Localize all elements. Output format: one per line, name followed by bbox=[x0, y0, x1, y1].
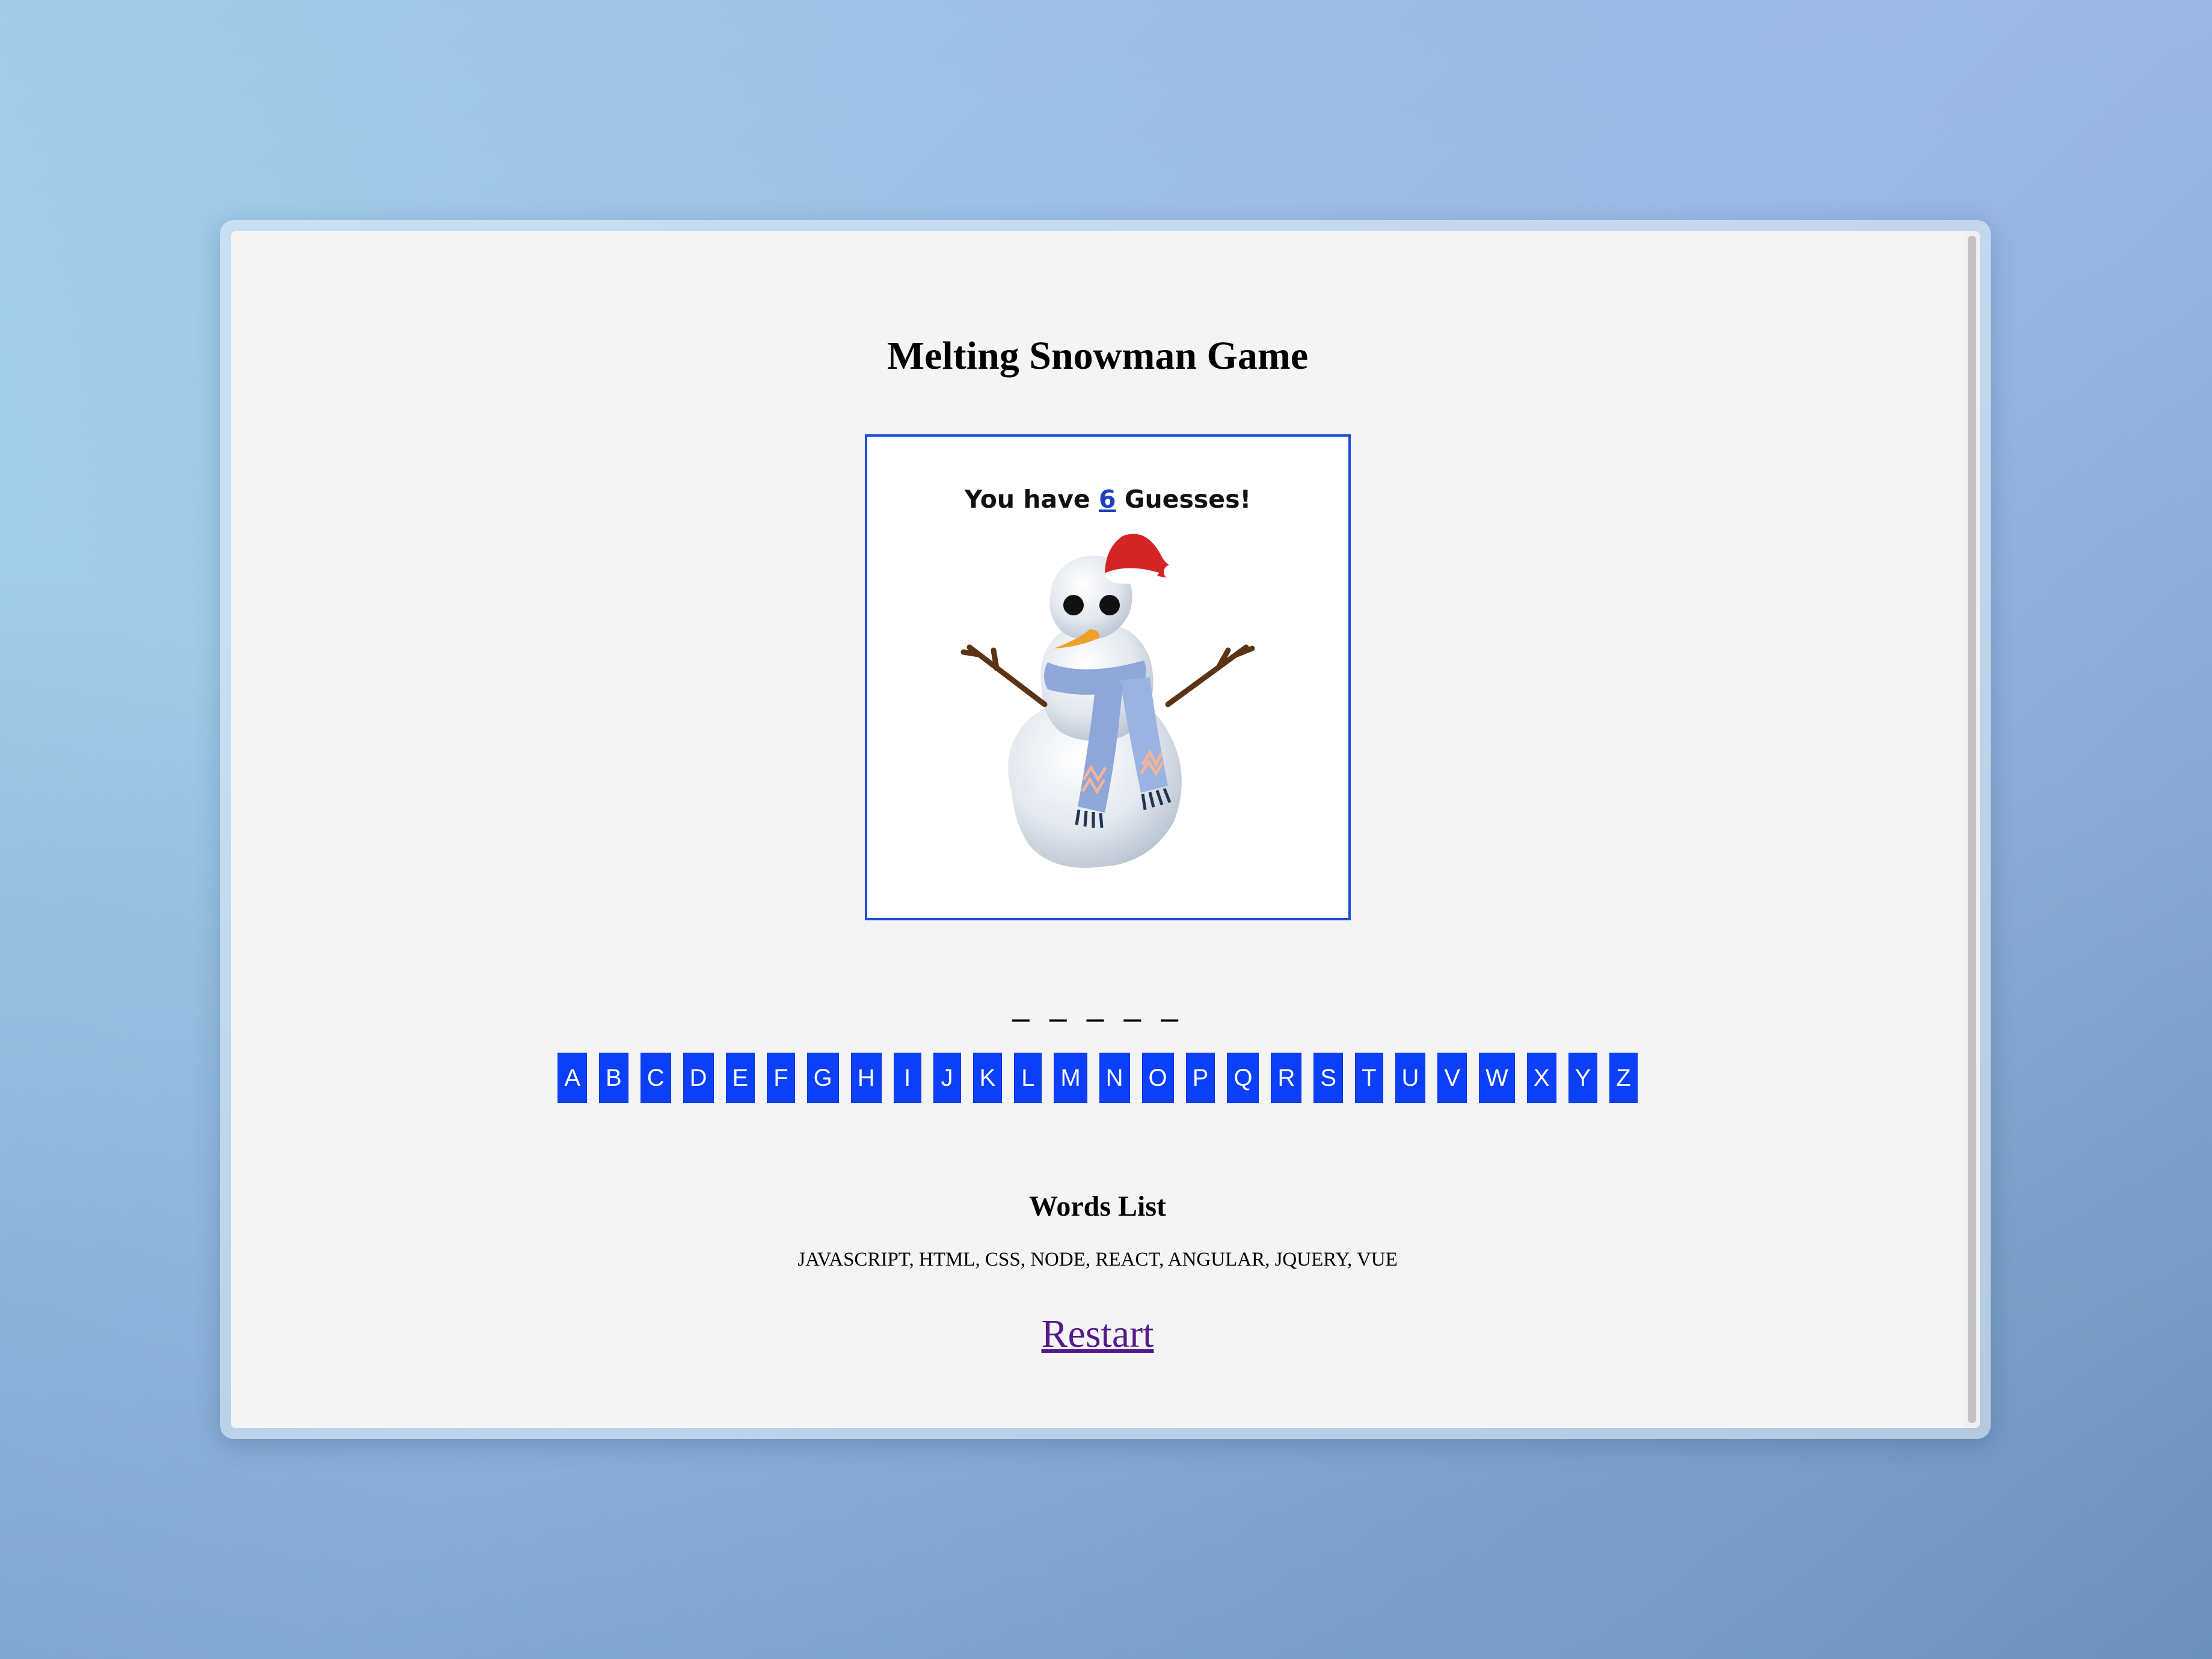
letter-button-g[interactable]: G bbox=[806, 1053, 839, 1103]
snowman-panel: You have 6 Guesses! bbox=[865, 434, 1351, 920]
letter-button-m[interactable]: M bbox=[1054, 1053, 1087, 1103]
letter-button-b[interactable]: B bbox=[599, 1053, 628, 1103]
letter-button-d[interactable]: D bbox=[683, 1053, 714, 1103]
scrollbar-track[interactable] bbox=[1964, 231, 1980, 1428]
letter-button-o[interactable]: O bbox=[1141, 1053, 1174, 1103]
letter-button-c[interactable]: C bbox=[640, 1053, 671, 1103]
letter-button-i[interactable]: I bbox=[893, 1053, 921, 1103]
letter-button-v[interactable]: V bbox=[1437, 1053, 1467, 1103]
letter-button-k[interactable]: K bbox=[972, 1053, 1003, 1103]
snowman-left-eye bbox=[1063, 595, 1084, 615]
page-title: Melting Snowman Game bbox=[886, 334, 1309, 378]
restart-container: Restart bbox=[231, 1311, 1964, 1357]
letter-button-t[interactable]: T bbox=[1355, 1053, 1383, 1103]
santa-hat-pompom bbox=[1164, 565, 1178, 579]
letter-button-p[interactable]: P bbox=[1185, 1053, 1215, 1103]
letter-button-e[interactable]: E bbox=[725, 1053, 755, 1103]
letter-button-n[interactable]: N bbox=[1099, 1053, 1130, 1103]
letter-button-z[interactable]: Z bbox=[1609, 1053, 1638, 1103]
letter-button-h[interactable]: H bbox=[850, 1053, 882, 1103]
letter-button-a[interactable]: A bbox=[558, 1053, 588, 1103]
letter-button-f[interactable]: F bbox=[767, 1053, 795, 1103]
letter-buttons: ABCDEFGHIJKLMNOPQRSTUVWXYZ bbox=[231, 1053, 1964, 1103]
letter-button-q[interactable]: Q bbox=[1227, 1053, 1259, 1103]
restart-link[interactable]: Restart bbox=[1042, 1312, 1154, 1356]
snowman-image bbox=[960, 534, 1255, 868]
page-viewport[interactable]: Melting Snowman Game You have 6 Guesses! bbox=[231, 231, 1980, 1428]
letter-button-x[interactable]: X bbox=[1526, 1053, 1556, 1103]
words-list: JAVASCRIPT, HTML, CSS, NODE, REACT, ANGU… bbox=[797, 1249, 1398, 1270]
letter-button-j[interactable]: J bbox=[933, 1053, 961, 1103]
letter-button-u[interactable]: U bbox=[1395, 1053, 1426, 1103]
hidden-word: _ _ _ _ _ bbox=[1012, 983, 1183, 1022]
letter-button-w[interactable]: W bbox=[1479, 1053, 1515, 1103]
letter-button-r[interactable]: R bbox=[1271, 1053, 1302, 1103]
letter-button-s[interactable]: S bbox=[1313, 1053, 1344, 1103]
letter-button-l[interactable]: L bbox=[1014, 1053, 1042, 1103]
snowman-right-eye bbox=[1099, 595, 1120, 615]
left-arm-branch bbox=[960, 644, 1048, 707]
scrollbar-thumb[interactable] bbox=[1968, 236, 1976, 1423]
browser-window: Melting Snowman Game You have 6 Guesses! bbox=[220, 220, 1991, 1439]
words-list-heading: Words List bbox=[1028, 1190, 1167, 1222]
right-arm-branch bbox=[1165, 644, 1255, 707]
letter-button-y[interactable]: Y bbox=[1568, 1053, 1598, 1103]
